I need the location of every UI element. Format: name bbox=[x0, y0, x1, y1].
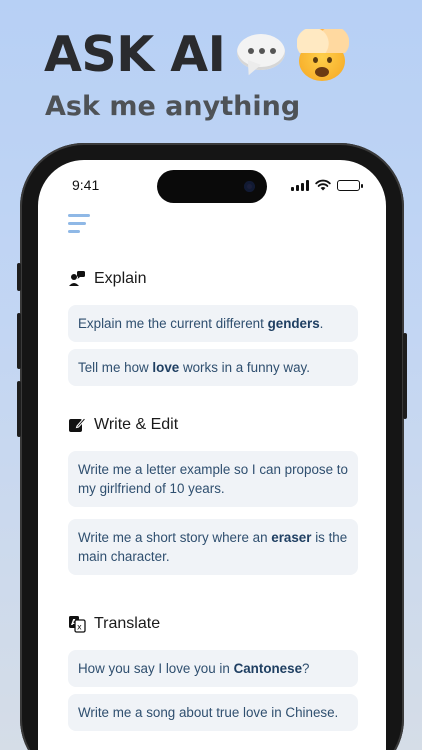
dynamic-island bbox=[157, 170, 267, 203]
prompt-card[interactable]: Write me a song about true love in Chine… bbox=[68, 694, 358, 731]
prompt-card[interactable]: Write me a short story where an eraser i… bbox=[68, 519, 358, 575]
prompt-card[interactable]: Tell me how love works in a funny way. bbox=[68, 349, 358, 386]
translate-icon: A x bbox=[68, 615, 86, 633]
section-header-translate: A x Translate bbox=[68, 615, 160, 633]
hero-subtitle: Ask me anything bbox=[45, 91, 301, 122]
section-title: Translate bbox=[94, 615, 161, 632]
prompt-card[interactable]: Explain me the current different genders… bbox=[68, 305, 358, 342]
status-icons bbox=[291, 179, 363, 191]
prompt-card[interactable]: How you say I love you in Cantonese? bbox=[68, 650, 358, 687]
status-time: 9:41 bbox=[72, 177, 100, 193]
menu-icon[interactable] bbox=[68, 214, 92, 236]
section-title: Explain bbox=[94, 270, 147, 287]
edit-icon bbox=[68, 416, 86, 434]
cellular-signal-icon bbox=[291, 179, 309, 191]
hero-title: ASK AI bbox=[44, 26, 350, 83]
svg-text:x: x bbox=[77, 623, 82, 632]
section-header-write-edit: Write & Edit bbox=[68, 416, 178, 434]
section-title: Write & Edit bbox=[94, 416, 179, 433]
section-header-explain: Explain bbox=[68, 270, 146, 288]
battery-icon bbox=[337, 179, 363, 191]
prompt-card[interactable]: Write me a letter example so I can propo… bbox=[68, 451, 358, 507]
wifi-icon bbox=[315, 179, 331, 191]
phone-screen: 9:41 Explain Explain me the current diff… bbox=[38, 160, 386, 750]
mind-blown-icon bbox=[297, 28, 350, 81]
hero-title-text: ASK AI bbox=[44, 26, 226, 83]
person-speech-icon bbox=[68, 270, 86, 288]
speech-bubble-icon bbox=[235, 30, 287, 80]
